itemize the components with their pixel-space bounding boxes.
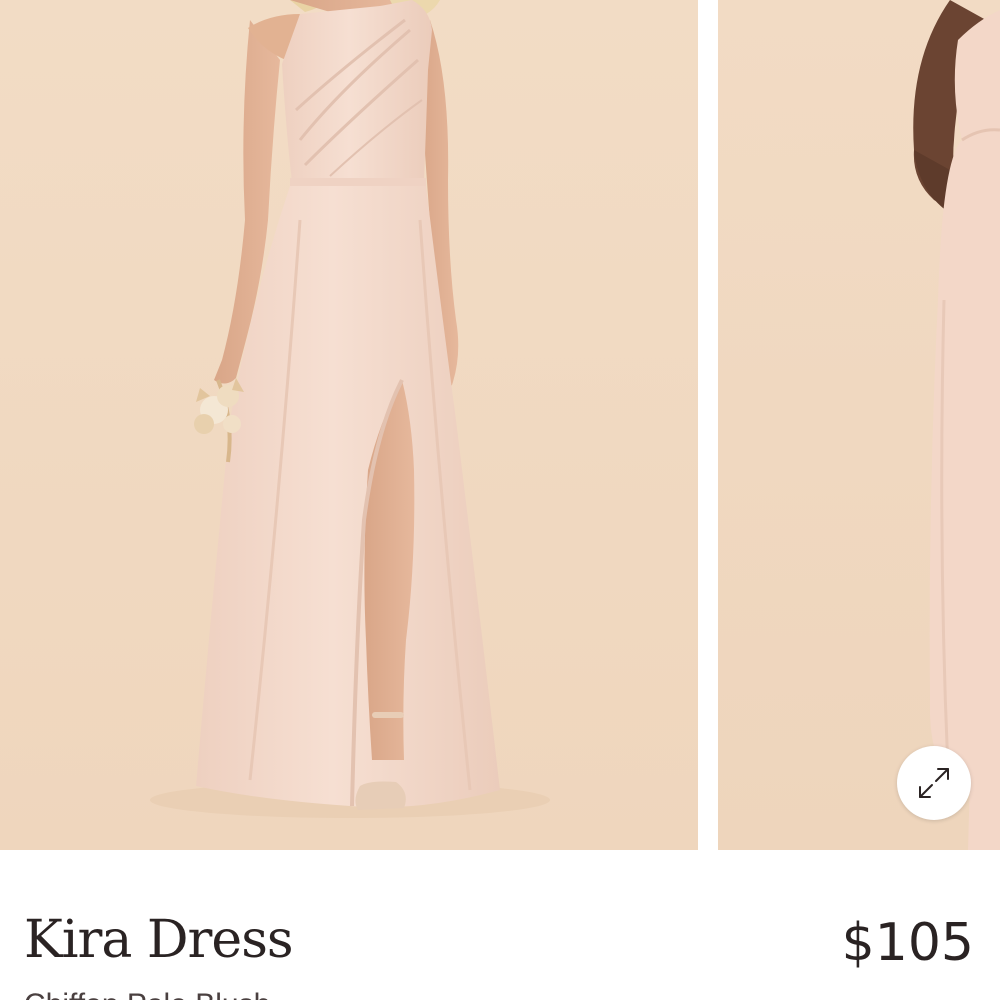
product-color-subtitle: Chiffon Pale Blush	[24, 988, 270, 1000]
product-image-main[interactable]	[0, 0, 698, 850]
product-photo-2	[718, 0, 1000, 850]
expand-arrows-icon	[919, 768, 949, 798]
product-page: Kira Dress $105 Chiffon Pale Blush	[0, 0, 1000, 1000]
product-photo-1	[0, 0, 698, 850]
product-price: $105	[841, 913, 974, 973]
product-image-carousel[interactable]	[0, 0, 1000, 850]
product-image-secondary[interactable]	[718, 0, 1000, 850]
expand-image-button[interactable]	[897, 746, 971, 820]
product-title: Kira Dress	[24, 910, 294, 970]
